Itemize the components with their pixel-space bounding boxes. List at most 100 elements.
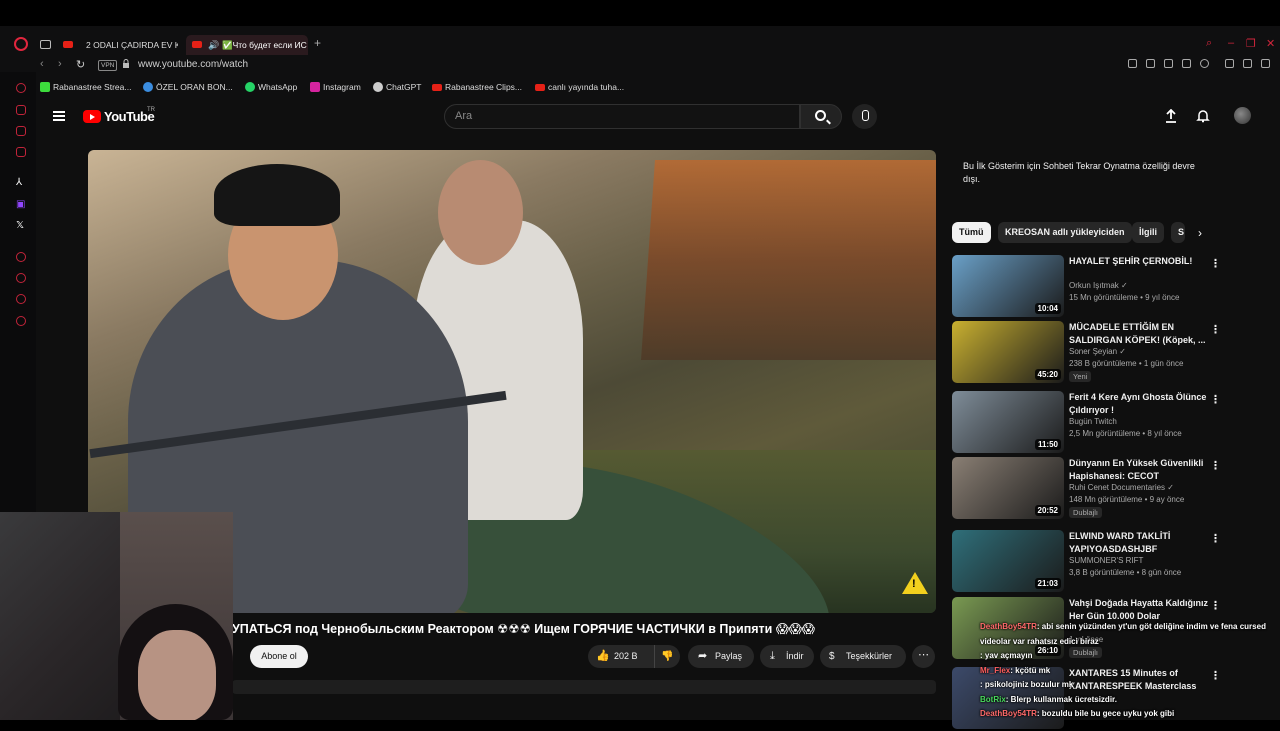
dislike-button[interactable]: 👎	[654, 645, 680, 668]
video-thumbnail[interactable]: 21:03	[952, 530, 1064, 592]
more-options-icon[interactable]: ⋮	[1210, 323, 1221, 336]
sidebar-player-icon[interactable]	[16, 252, 26, 262]
recommended-video[interactable]: 10:04 HAYALET ŞEHİR ÇERNOBİL! Orkun Işıtma…	[952, 255, 1222, 319]
chat-message: BotRix: Blerp kullanmak ücretsizdir.	[980, 693, 1275, 708]
download-icon[interactable]	[1225, 59, 1234, 68]
tab-odali-cadirda[interactable]: 2 ODALI ÇADIRDA EV KO	[58, 35, 178, 55]
channel-name[interactable]: Orkun Işıtmak ✓	[1069, 281, 1128, 290]
sidebar-history-icon[interactable]	[16, 83, 26, 93]
like-count: 202 B	[614, 651, 638, 661]
tab-manager-icon[interactable]	[40, 40, 51, 49]
back-icon[interactable]: ‹	[40, 58, 44, 70]
chat-username[interactable]: BotRix	[980, 695, 1006, 704]
recommended-video[interactable]: 11:50 Ferit 4 Kere Aynı Ghosta Ölünce Çıl…	[952, 391, 1222, 455]
search-button[interactable]	[800, 104, 842, 129]
more-options-icon[interactable]: ⋮	[1210, 459, 1221, 472]
more-options-icon[interactable]: ⋮	[1210, 257, 1221, 270]
chat-username[interactable]: DeathBoy54TR	[980, 622, 1037, 631]
video-thumbnail[interactable]: 11:50	[952, 391, 1064, 453]
share-button[interactable]: ➦ Paylaş	[688, 645, 754, 668]
notifications-bell-icon[interactable]	[1196, 109, 1210, 123]
upload-icon[interactable]	[1164, 109, 1178, 123]
video-thumbnail[interactable]: 20:52	[952, 457, 1064, 519]
video-meta: 148 Mn görüntüleme • 9 ay önce	[1069, 495, 1185, 504]
cube-icon[interactable]	[1164, 59, 1173, 68]
sidebar-messenger-icon[interactable]	[16, 126, 26, 136]
more-options-icon[interactable]: ⋮	[1210, 532, 1221, 545]
recommended-video[interactable]: 45:20 MÜCADELE ETTİĞİM EN SALDIRGAN KÖPEK…	[952, 321, 1222, 385]
forward-icon[interactable]: ›	[58, 58, 62, 70]
snapshot-icon[interactable]	[1146, 59, 1155, 68]
stream-chat-overlay: DeathBoy54TR: abi senin yüzünden yt'un g…	[980, 620, 1275, 722]
search-input[interactable]: Ara	[444, 104, 800, 129]
sidebar-kick-icon[interactable]: ⅄	[16, 177, 22, 188]
play-icon[interactable]	[1182, 59, 1191, 68]
chip-all[interactable]: Tümü	[952, 222, 991, 243]
search-tabs-icon[interactable]: ⌕	[1206, 37, 1212, 50]
more-options-icon[interactable]: ⋮	[1210, 393, 1221, 406]
sidebar-settings-icon[interactable]	[16, 316, 26, 326]
heart-icon[interactable]	[1200, 59, 1209, 68]
sidebar-aria-icon[interactable]	[16, 105, 26, 115]
bookmark-chatgpt[interactable]: ChatGPT	[373, 81, 421, 93]
minimize-icon[interactable]: –	[1228, 37, 1234, 49]
sidebar-workspace-icon[interactable]	[16, 147, 26, 157]
more-options-icon[interactable]: ⋮	[1210, 599, 1221, 612]
recommended-video[interactable]: 20:52 Dünyanın En Yüksek Güvenlikli Hapis…	[952, 457, 1222, 521]
bookmark-whatsapp[interactable]: WhatsApp	[245, 81, 297, 93]
chip-related[interactable]: İlgili	[1132, 222, 1164, 243]
close-icon[interactable]: ✕	[1266, 37, 1275, 50]
like-button[interactable]: 👍 202 B	[588, 645, 654, 668]
voice-search-button[interactable]	[852, 104, 877, 129]
sidebar-x-icon[interactable]: 𝕏	[16, 220, 24, 231]
channel-name[interactable]: Bugün Twitch	[1069, 417, 1117, 426]
hamburger-menu-icon[interactable]	[53, 111, 65, 121]
chip-partial[interactable]: S	[1171, 222, 1185, 243]
chat-username[interactable]: Mr_Flex	[980, 666, 1010, 675]
download-button[interactable]: ⤓ İndir	[760, 645, 814, 668]
bookmark-instagram[interactable]: Instagram	[310, 81, 361, 93]
thanks-button[interactable]: $ Teşekkürler	[820, 645, 906, 668]
chat-username[interactable]: DeathBoy54TR	[980, 709, 1037, 718]
chip-from-uploader[interactable]: KREOSAN adlı yükleyiciden	[998, 222, 1132, 243]
chevron-right-icon[interactable]: ›	[1198, 226, 1202, 240]
video-thumbnail[interactable]: 10:04	[952, 255, 1064, 317]
sidebar-twitch-icon[interactable]: ▣	[16, 199, 25, 210]
avatar[interactable]	[1234, 107, 1251, 124]
tab-chto-budet[interactable]: 🔊 ✅Что будет если ИС	[186, 35, 308, 55]
recommended-video-title[interactable]: ELWIND WARD TAKLİTİ YAPIYOASDASHJBF (BON…	[1069, 530, 1209, 556]
recommended-video-title[interactable]: MÜCADELE ETTİĞİM EN SALDIRGAN KÖPEK! (Kö…	[1069, 321, 1209, 347]
opera-logo-icon[interactable]	[14, 37, 28, 51]
subscribe-button[interactable]: Abone ol	[250, 645, 308, 668]
recommended-video-title[interactable]: Ferit 4 Kere Aynı Ghosta Ölünce Çıldırıy…	[1069, 391, 1209, 417]
sidebar-clock-icon[interactable]	[16, 273, 26, 283]
sidebar-extensions-icon[interactable]	[16, 294, 26, 304]
chat-message: DeathBoy54TR: bozuldu bile bu gece uyku …	[980, 707, 1275, 722]
youtube-logo-icon[interactable]	[83, 110, 101, 123]
maximize-icon[interactable]: ❐	[1246, 37, 1256, 50]
new-tab-button[interactable]: +	[314, 36, 321, 50]
recommended-video[interactable]: 21:03 ELWIND WARD TAKLİTİ YAPIYOASDASHJBF…	[952, 530, 1222, 594]
menu-icon[interactable]	[1261, 59, 1270, 68]
channel-name[interactable]: Soner Şeyian ✓	[1069, 347, 1126, 356]
extensions-icon[interactable]	[1243, 59, 1252, 68]
pin-icon[interactable]	[1128, 59, 1137, 68]
video-thumbnail[interactable]: 45:20	[952, 321, 1064, 383]
bookmark-rabanastree-stream[interactable]: Rabanastree Strea...	[40, 81, 131, 93]
reload-icon[interactable]: ↻	[76, 58, 85, 71]
bookmark-label: Rabanastree Strea...	[53, 82, 132, 92]
channel-name[interactable]: Ruhi Cenet Documentaries ✓	[1069, 483, 1174, 492]
url-field[interactable]: www.youtube.com/watch	[138, 59, 248, 70]
speaker-icon[interactable]: 🔊	[208, 35, 219, 55]
description-box[interactable]	[232, 680, 936, 694]
video-meta: 3,8 B görüntüleme • 8 gün önce	[1069, 568, 1182, 577]
vpn-badge[interactable]: VPN	[98, 60, 118, 71]
bookmark-rabanastree-clips[interactable]: Rabanastree Clips...	[432, 81, 522, 93]
channel-name[interactable]: SUMMONER'S RIFT	[1069, 556, 1143, 565]
recommended-video-title[interactable]: HAYALET ŞEHİR ÇERNOBİL!	[1069, 255, 1209, 268]
bookmark-ozel-oran[interactable]: ÖZEL ORAN BON...	[143, 81, 233, 93]
recommended-video-title[interactable]: Dünyanın En Yüksek Güvenlikli Hapishanes…	[1069, 457, 1209, 483]
more-actions-button[interactable]: ⋯	[912, 645, 935, 668]
bookmark-canli-yayinda[interactable]: canlı yayında tuha...	[535, 81, 624, 93]
video-duration: 11:50	[1034, 439, 1061, 450]
